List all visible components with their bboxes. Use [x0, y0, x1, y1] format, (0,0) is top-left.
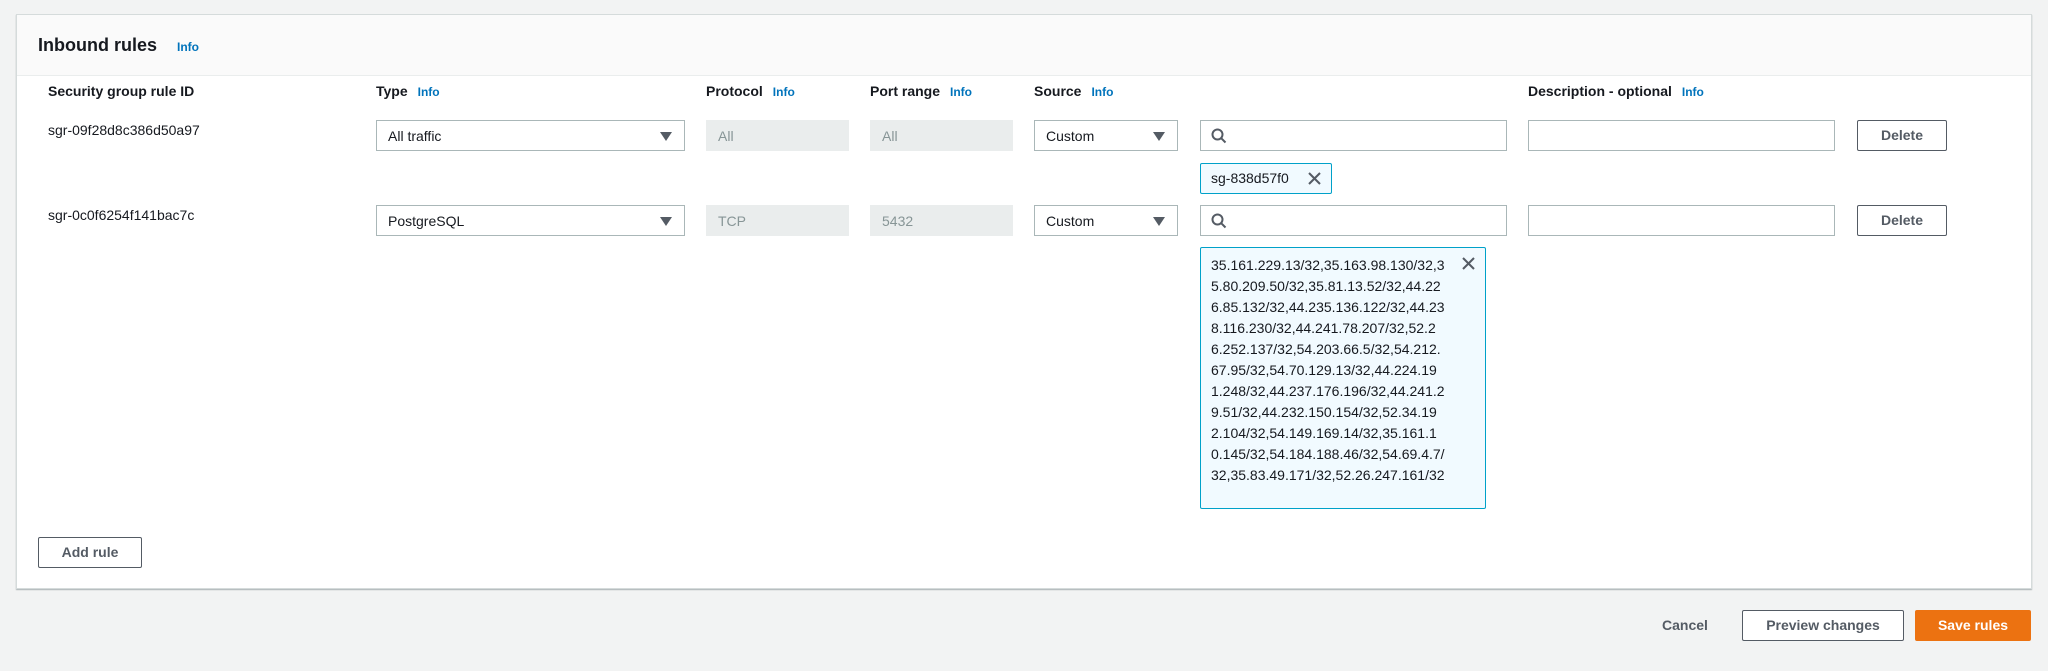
source-type-select[interactable]: Custom [1034, 205, 1178, 236]
caret-down-icon [660, 132, 672, 141]
cancel-button[interactable]: Cancel [1662, 617, 1708, 633]
port-range-info-link[interactable]: Info [950, 85, 972, 99]
inbound-rules-panel: Inbound rules Info Security group rule I… [16, 14, 2032, 589]
protocol-value: All [718, 128, 734, 144]
search-icon [1211, 128, 1227, 144]
source-search-input[interactable] [1200, 120, 1507, 151]
panel-title: Inbound rules [38, 35, 157, 55]
delete-rule-button[interactable]: Delete [1857, 120, 1947, 151]
col-header-description: Description - optional Info [1528, 83, 1704, 99]
search-icon [1211, 213, 1227, 229]
port-range-field: 5432 [870, 205, 1013, 236]
panel-info-link[interactable]: Info [177, 40, 199, 54]
col-header-label: Security group rule ID [48, 83, 195, 99]
type-select[interactable]: All traffic [376, 120, 685, 151]
source-type-value: Custom [1046, 128, 1095, 144]
source-info-link[interactable]: Info [1091, 85, 1113, 99]
col-header-source: Source Info [1034, 83, 1113, 99]
port-range-value: 5432 [882, 213, 914, 229]
source-token-label: 35.161.229.13/32,35.163.98.130/32,35.80.… [1211, 257, 1445, 483]
protocol-field: All [706, 120, 849, 151]
col-header-label: Type [376, 83, 408, 99]
col-header-label: Protocol [706, 83, 763, 99]
type-select-value: All traffic [388, 128, 442, 144]
col-header-rule-id: Security group rule ID [48, 83, 194, 99]
panel-header: Inbound rules Info [17, 15, 2031, 76]
rule-id: sgr-0c0f6254f141bac7c [48, 207, 195, 223]
caret-down-icon [660, 217, 672, 226]
type-info-link[interactable]: Info [418, 85, 440, 99]
caret-down-icon [1153, 217, 1165, 226]
delete-rule-button[interactable]: Delete [1857, 205, 1947, 236]
source-type-value: Custom [1046, 213, 1095, 229]
port-range-field: All [870, 120, 1013, 151]
source-token: sg-838d57f0 [1200, 163, 1332, 194]
rule-id: sgr-09f28d8c386d50a97 [48, 122, 200, 138]
col-header-type: Type Info [376, 83, 440, 99]
col-header-protocol: Protocol Info [706, 83, 795, 99]
close-icon[interactable] [1307, 171, 1322, 186]
source-token-label: sg-838d57f0 [1211, 170, 1289, 186]
add-rule-button[interactable]: Add rule [38, 537, 142, 568]
protocol-field: TCP [706, 205, 849, 236]
close-icon[interactable] [1461, 256, 1476, 271]
port-range-value: All [882, 128, 898, 144]
type-select-value: PostgreSQL [388, 213, 465, 229]
type-select[interactable]: PostgreSQL [376, 205, 685, 236]
caret-down-icon [1153, 132, 1165, 141]
preview-changes-button[interactable]: Preview changes [1742, 610, 1904, 641]
description-info-link[interactable]: Info [1682, 85, 1704, 99]
source-token: 35.161.229.13/32,35.163.98.130/32,35.80.… [1200, 247, 1486, 509]
source-search-input[interactable] [1200, 205, 1507, 236]
col-header-label: Port range [870, 83, 941, 99]
col-header-port-range: Port range Info [870, 83, 972, 99]
description-input[interactable] [1528, 205, 1835, 236]
description-input[interactable] [1528, 120, 1835, 151]
source-type-select[interactable]: Custom [1034, 120, 1178, 151]
protocol-value: TCP [718, 213, 746, 229]
save-rules-button[interactable]: Save rules [1915, 610, 2031, 641]
protocol-info-link[interactable]: Info [773, 85, 795, 99]
col-header-label: Description - optional [1528, 83, 1672, 99]
col-header-label: Source [1034, 83, 1082, 99]
